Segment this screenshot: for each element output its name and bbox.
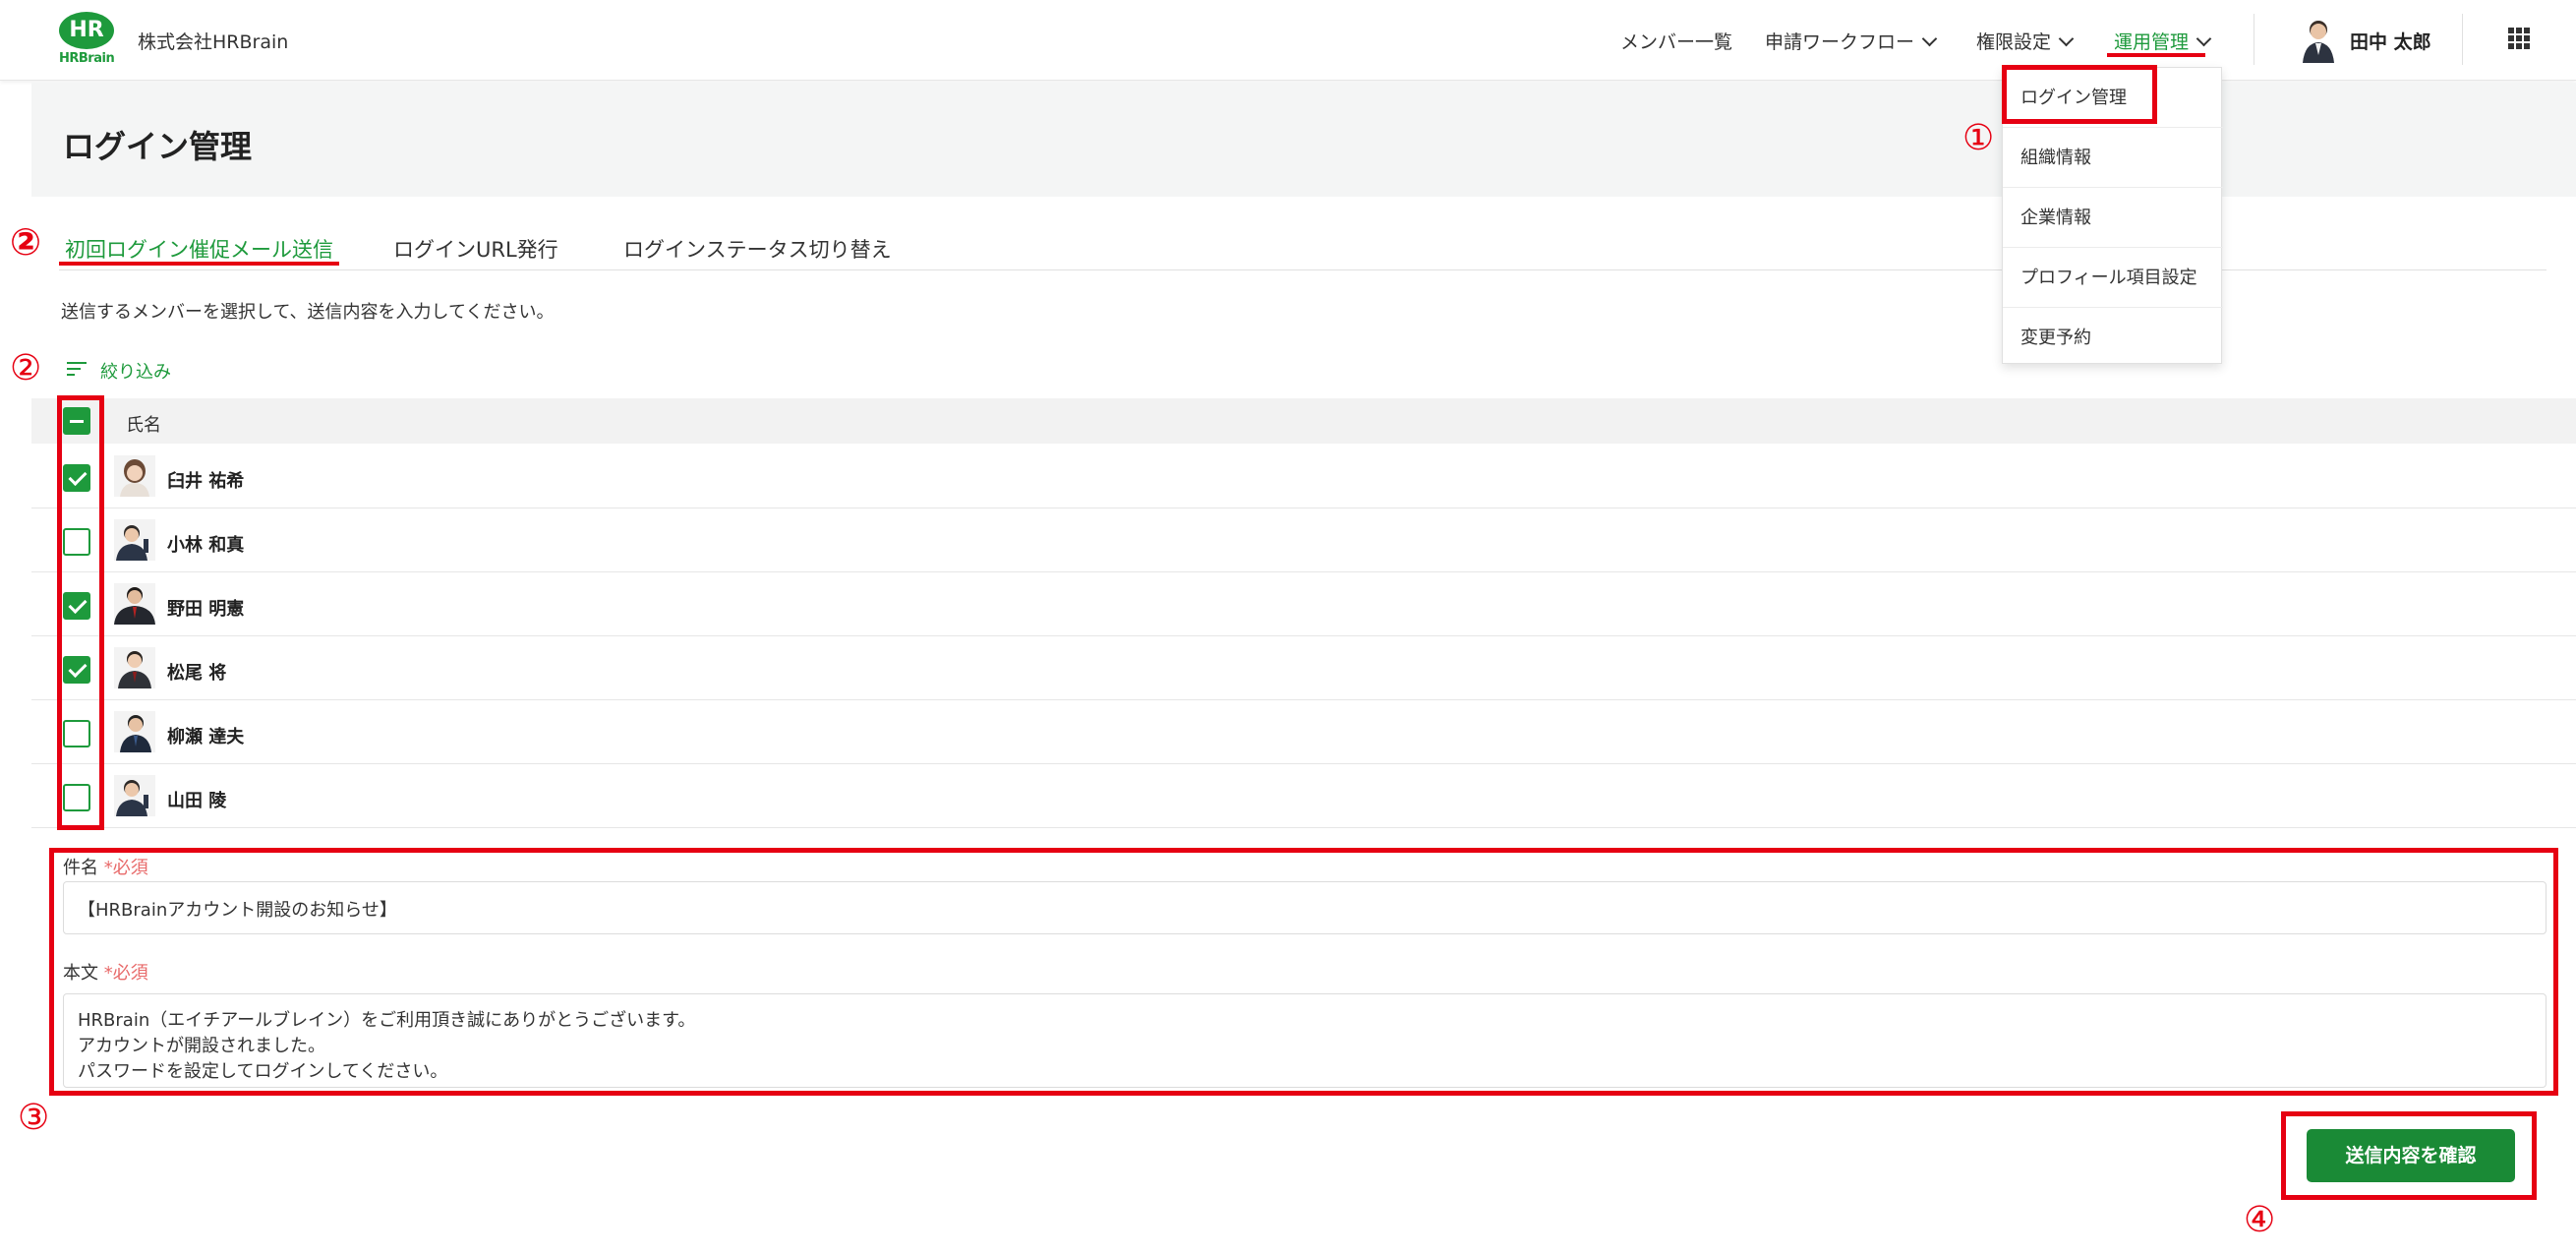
table-row <box>31 636 2576 700</box>
table-row <box>31 572 2576 636</box>
member-name: 臼井 祐希 <box>167 471 245 492</box>
logo-mark: HR <box>59 12 114 49</box>
annotation-step-2b: ② <box>10 348 42 388</box>
chevron-down-icon <box>2058 30 2075 47</box>
header-divider <box>2462 14 2463 65</box>
filter-icon[interactable] <box>67 362 87 378</box>
annotation-box-form <box>49 848 2558 1096</box>
member-name: 松尾 将 <box>167 663 227 684</box>
menu-item-profile-fields[interactable]: プロフィール項目設定 <box>2003 248 2223 308</box>
nav-permissions-label: 権限設定 <box>1976 31 2052 53</box>
member-name: 野田 明憲 <box>167 599 245 620</box>
menu-item-change-reservation[interactable]: 変更予約 <box>2003 308 2223 368</box>
nav-member-list[interactable]: メンバー一覧 <box>1620 28 1732 54</box>
annotation-step-4: ④ <box>2244 1200 2276 1240</box>
member-avatar <box>114 775 155 816</box>
nav-permissions[interactable]: 権限設定 <box>1976 28 2075 54</box>
table-row <box>31 445 2576 508</box>
table-row <box>31 508 2576 572</box>
hrbrain-logo[interactable]: HR HRBrain <box>59 12 118 69</box>
annotation-underline-tab <box>59 262 339 266</box>
member-avatar <box>114 519 155 561</box>
member-name: 小林 和真 <box>167 535 245 556</box>
page-title: ログイン管理 <box>63 128 253 165</box>
table-row <box>31 764 2576 828</box>
user-avatar[interactable] <box>2299 16 2338 63</box>
menu-item-organization[interactable]: 組織情報 <box>2003 128 2223 188</box>
member-name: 柳瀬 達夫 <box>167 727 245 747</box>
table-row <box>31 700 2576 764</box>
tab-login-status[interactable]: ログインステータス切り替え <box>623 234 892 264</box>
nav-workflow-label: 申請ワークフロー <box>1765 31 1915 53</box>
annotation-box-button <box>2281 1111 2537 1200</box>
annotation-box-checkboxes <box>57 395 104 830</box>
column-name-header: 氏名 <box>126 415 161 436</box>
nav-operations-label: 運用管理 <box>2114 31 2190 53</box>
user-name[interactable]: 田中 太郎 <box>2350 28 2431 54</box>
member-avatar <box>114 711 155 752</box>
annotation-box-menu <box>2002 65 2157 124</box>
member-name: 山田 陵 <box>167 791 227 811</box>
logo-brand: HRBrain <box>59 51 115 66</box>
filter-button[interactable]: 絞り込み <box>100 358 171 384</box>
tab-initial-login-reminder[interactable]: 初回ログイン催促メール送信 <box>65 234 333 264</box>
app-grid-icon[interactable] <box>2508 28 2530 49</box>
nav-operations[interactable]: 運用管理 <box>2114 28 2212 54</box>
annotation-underline-nav <box>2107 53 2205 57</box>
instruction-text: 送信するメンバーを選択して、送信内容を入力してください。 <box>61 302 555 323</box>
chevron-down-icon <box>2195 30 2212 47</box>
menu-item-company[interactable]: 企業情報 <box>2003 188 2223 248</box>
annotation-step-2: ② <box>10 220 42 264</box>
nav-member-list-label: メンバー一覧 <box>1620 31 1733 53</box>
tab-login-url[interactable]: ログインURL発行 <box>393 234 558 264</box>
member-avatar <box>114 583 155 625</box>
annotation-step-1: ① <box>1962 118 1995 158</box>
member-avatar <box>114 647 155 688</box>
company-name: 株式会社HRBrain <box>138 31 289 53</box>
table-header <box>31 398 2576 444</box>
nav-workflow[interactable]: 申請ワークフロー <box>1765 28 1938 54</box>
member-avatar <box>114 455 155 497</box>
chevron-down-icon <box>1921 30 1938 47</box>
annotation-step-3: ③ <box>18 1098 50 1138</box>
